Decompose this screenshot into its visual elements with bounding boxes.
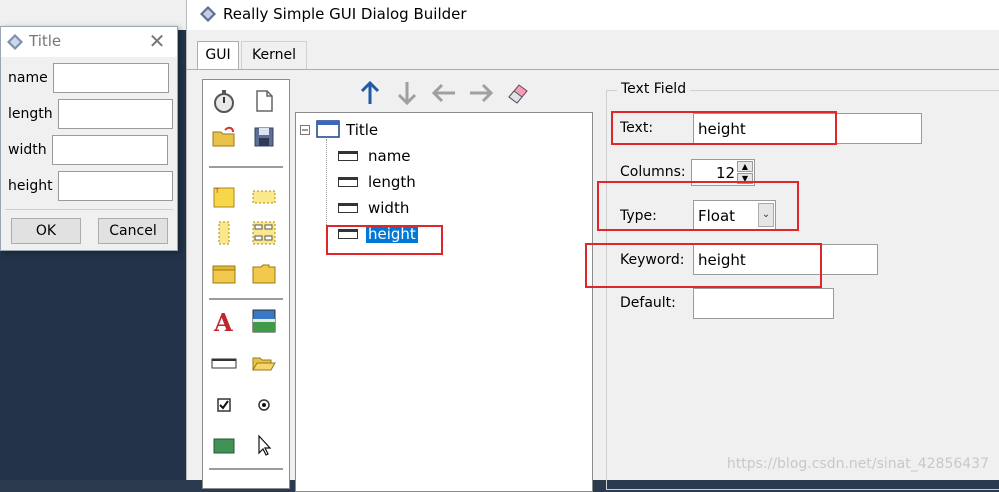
field-label-length: length <box>8 106 53 122</box>
file-open-icon[interactable] <box>251 350 277 376</box>
svg-text:A: A <box>213 308 233 334</box>
app-diamond-icon <box>7 34 23 50</box>
builder-titlebar: Really Simple GUI Dialog Builder <box>187 0 999 30</box>
field-label-width: width <box>8 142 47 158</box>
widget-tree: Title name length width height <box>295 112 593 492</box>
button-separator <box>5 209 173 210</box>
highlight-box-type <box>597 181 799 231</box>
tab-kernel[interactable]: Kernel <box>241 41 307 69</box>
new-document-icon[interactable] <box>251 88 277 114</box>
highlight-box-keyword <box>585 243 822 288</box>
palette-separator <box>209 298 283 300</box>
spin-up-icon[interactable]: ▲ <box>737 161 753 172</box>
default-input[interactable] <box>693 288 834 319</box>
stopwatch-icon[interactable] <box>211 88 237 114</box>
arrow-down-icon[interactable] <box>394 80 420 106</box>
arrow-left-icon[interactable] <box>431 80 457 106</box>
preview-dialog: Title ✕ name length width height OK Canc… <box>0 26 178 251</box>
grid-frame-icon[interactable] <box>251 220 277 246</box>
vertical-frame-icon[interactable] <box>211 220 237 246</box>
cancel-button[interactable]: Cancel <box>98 218 168 244</box>
tab-folder-icon[interactable] <box>211 260 237 286</box>
arrow-up-icon[interactable] <box>357 80 383 106</box>
window-title: Really Simple GUI Dialog Builder <box>223 5 467 23</box>
app-diamond-icon <box>200 6 216 22</box>
highlight-box-tree <box>326 225 443 255</box>
length-input[interactable] <box>58 99 173 129</box>
field-label-height: height <box>8 178 53 194</box>
svg-text:T: T <box>214 187 220 195</box>
field-label-name: name <box>8 70 48 86</box>
group-title: Text Field <box>617 81 691 97</box>
horizontal-frame-icon[interactable] <box>251 184 277 210</box>
tree-root-title[interactable]: Title <box>346 121 378 139</box>
eraser-icon[interactable] <box>505 80 531 106</box>
close-icon[interactable]: ✕ <box>147 30 167 52</box>
height-input[interactable] <box>58 171 173 201</box>
columns-label: Columns: <box>620 164 686 180</box>
widget-palette: T A <box>202 79 290 489</box>
save-disk-icon[interactable] <box>251 124 277 150</box>
text-field-node-icon <box>338 203 358 213</box>
watermark: https://blog.csdn.net/sinat_42856437 <box>726 456 989 472</box>
highlight-box-text <box>611 111 837 145</box>
open-folder-icon[interactable] <box>211 124 237 150</box>
preview-titlebar: Title ✕ <box>1 27 177 57</box>
dialog-node-icon <box>316 120 340 138</box>
default-label: Default: <box>620 295 676 311</box>
image-icon[interactable] <box>251 308 277 334</box>
columns-value: 12 <box>716 164 736 182</box>
tree-node-width[interactable]: width <box>368 199 409 217</box>
checkbox-icon[interactable] <box>211 392 237 418</box>
text-field-node-icon <box>338 151 358 161</box>
arrow-right-icon[interactable] <box>468 80 494 106</box>
text-field-node-icon <box>338 177 358 187</box>
builder-window: Really Simple GUI Dialog Builder GUI Ker… <box>186 0 999 492</box>
palette-separator <box>209 468 283 470</box>
frame-icon[interactable]: T <box>211 184 237 210</box>
tree-connector <box>326 139 328 237</box>
ok-button[interactable]: OK <box>11 218 81 244</box>
color-swatch-icon[interactable] <box>211 432 237 458</box>
name-input[interactable] <box>53 63 169 93</box>
palette-separator <box>209 166 283 168</box>
width-input[interactable] <box>52 135 168 165</box>
preview-title: Title <box>29 32 62 50</box>
folder-icon[interactable] <box>251 260 277 286</box>
label-text-icon[interactable]: A <box>211 308 237 334</box>
tree-node-name[interactable]: name <box>368 147 411 165</box>
text-field-icon[interactable] <box>211 350 237 376</box>
collapse-icon[interactable] <box>300 125 310 135</box>
tab-gui[interactable]: GUI <box>197 41 239 69</box>
pointer-icon[interactable] <box>251 432 277 458</box>
tree-node-length[interactable]: length <box>368 173 416 191</box>
radio-icon[interactable] <box>251 392 277 418</box>
tab-content-border <box>187 69 999 70</box>
